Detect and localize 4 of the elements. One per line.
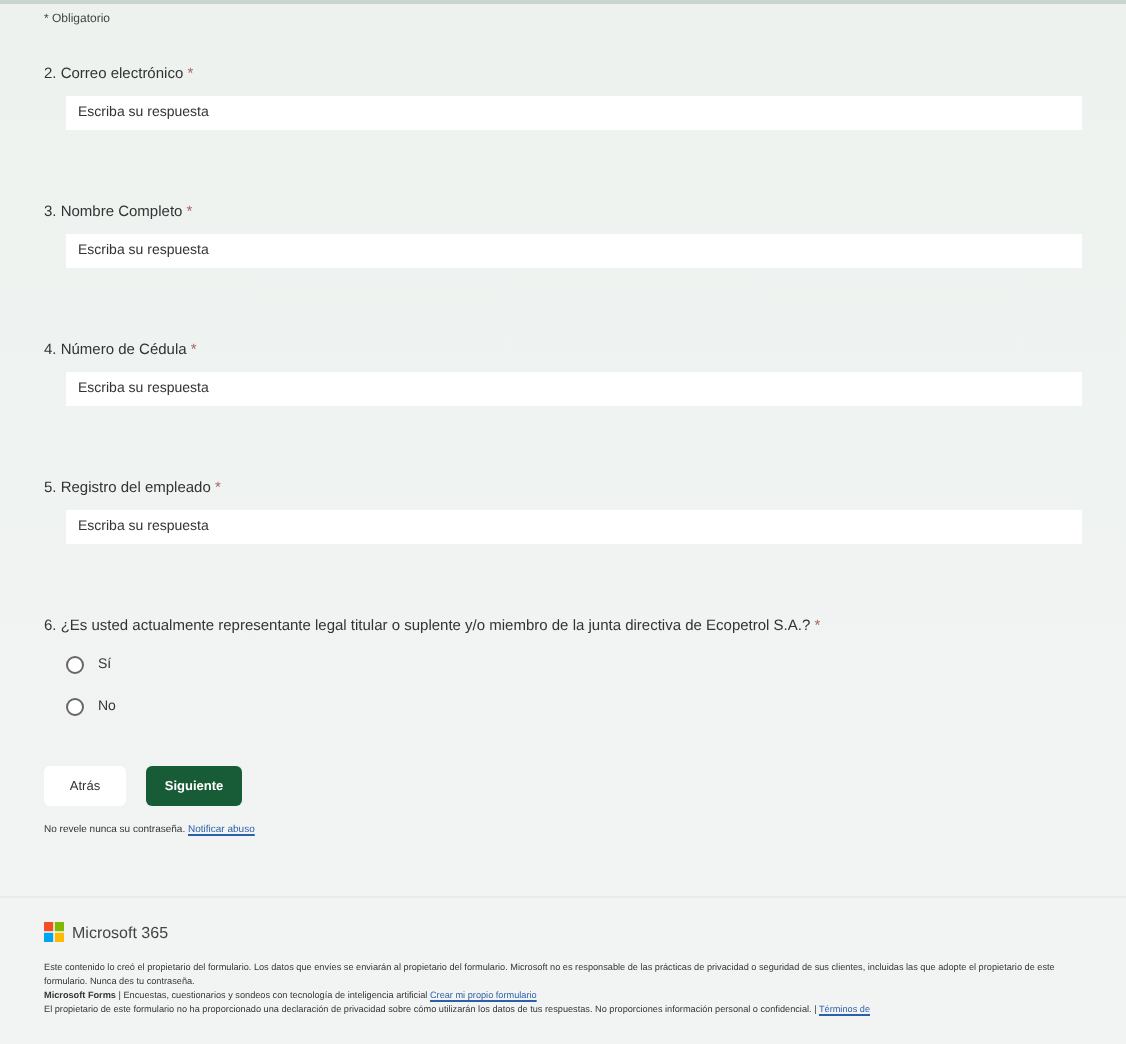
radio-button[interactable] — [66, 698, 84, 716]
logo-icon — [44, 922, 64, 942]
brand-name: Microsoft 365 — [72, 923, 169, 941]
radio-button[interactable] — [66, 656, 84, 674]
